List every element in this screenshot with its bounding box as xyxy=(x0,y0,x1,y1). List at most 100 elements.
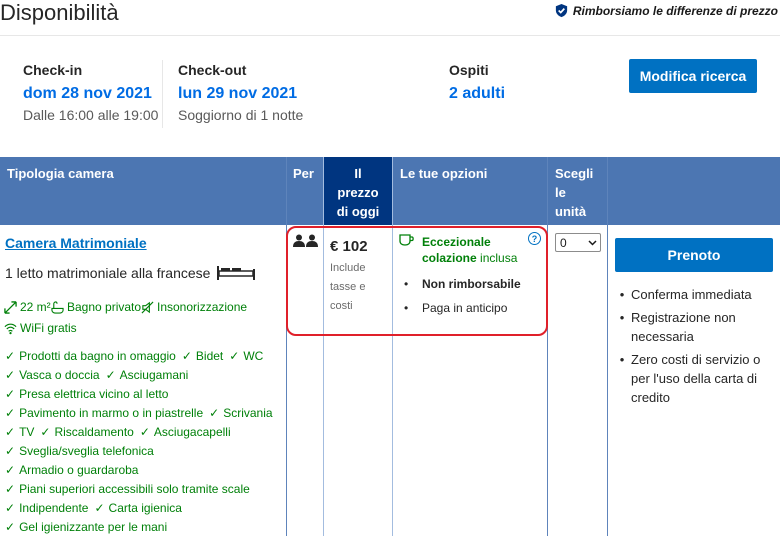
col-price: Il prezzo di oggi xyxy=(323,157,393,225)
price-promise[interactable]: Rimborsiamo le differenze di prezzo xyxy=(554,3,778,18)
benefit-text: Zero costi di servizio o per l'uso della… xyxy=(631,352,761,405)
room-size: 22 m² xyxy=(4,300,51,314)
benefit-item: • Conferma immediata xyxy=(613,285,778,304)
book-button[interactable]: Prenoto xyxy=(615,238,773,272)
amenity-item: Pavimento in marmo o in piastrelle xyxy=(19,406,204,420)
checkin-date[interactable]: dom 28 nov 2021 xyxy=(23,85,152,103)
amenity-item: Scrivania xyxy=(223,406,273,420)
guests-label: Ospiti xyxy=(449,62,489,78)
bed-text: 1 letto matrimoniale alla francese xyxy=(5,265,211,281)
checkout-date[interactable]: lun 29 nov 2021 xyxy=(178,85,297,103)
check-icon: ✓ xyxy=(5,463,16,477)
wifi: WiFi gratis xyxy=(4,321,77,335)
col-price-line2: prezzo xyxy=(337,185,379,200)
wifi-icon xyxy=(4,323,17,334)
modify-search-button[interactable]: Modifica ricerca xyxy=(629,59,757,93)
soundproof: Insonorizzazione xyxy=(141,300,247,314)
amenity-item: Piani superiori accessibili solo tramite… xyxy=(19,482,250,496)
check-icon: ✓ xyxy=(40,425,51,439)
amenity-row: ✓ Prodotti da bagno in omaggio ✓ Bidet ✓ WC xyxy=(5,349,263,363)
amenity-row: ✓ Piani superiori accessibili solo tramit… xyxy=(5,482,250,496)
amenity-item: Indipendente xyxy=(19,501,89,515)
check-icon: ✓ xyxy=(5,349,16,363)
soundproof-icon xyxy=(141,301,154,313)
check-icon: ✓ xyxy=(139,425,150,439)
col-select: Scegli le unità xyxy=(548,157,607,225)
col-price-line3: di oggi xyxy=(336,204,380,219)
private-bath: Bagno privato xyxy=(51,300,141,314)
check-icon: ✓ xyxy=(105,368,116,382)
chevron-down-icon xyxy=(588,239,597,246)
col-divider xyxy=(392,157,393,536)
search-separator xyxy=(162,60,163,128)
checkin-label: Check-in xyxy=(23,62,83,78)
check-icon: ✓ xyxy=(5,406,16,420)
amenity-item: Riscaldamento xyxy=(54,425,134,439)
amenity-item: Asciugamani xyxy=(119,368,189,382)
amenity-item: Carta igienica xyxy=(108,501,182,515)
stay-length: Soggiorno di 1 notte xyxy=(178,107,304,123)
room-name-link[interactable]: Camera Matrimoniale xyxy=(5,235,147,251)
benefit-item: • Zero costi di servizio o per l'uso dell… xyxy=(613,350,778,407)
amenity-row: ✓ Armadio o guardaroba xyxy=(5,463,138,477)
amenity-item: Presa elettrica vicino al letto xyxy=(19,387,169,401)
col-per: Per xyxy=(293,166,314,181)
benefit-list: • Conferma immediata • Registrazione non ne… xyxy=(613,285,778,411)
double-bed-icon xyxy=(217,266,256,280)
bullet-icon: • xyxy=(619,310,625,325)
highlight-box xyxy=(286,226,548,336)
units-selected-value: 0 xyxy=(560,235,567,250)
col-divider xyxy=(607,157,608,536)
check-icon: ✓ xyxy=(5,482,16,496)
amenity-row: ✓ Pavimento in marmo o in piastrelle ✓ Scri… xyxy=(5,406,273,420)
check-icon: ✓ xyxy=(5,425,16,439)
guests-value[interactable]: 2 adulti xyxy=(449,85,505,103)
checkin-time: Dalle 16:00 alle 19:00 xyxy=(23,107,159,123)
bed-info: 1 letto matrimoniale alla francese xyxy=(5,265,256,281)
room-size-icon xyxy=(4,300,17,314)
amenity-row: ✓ Gel igienizzante per le mani xyxy=(5,520,167,534)
units-select[interactable]: 0 xyxy=(555,233,601,252)
check-icon: ✓ xyxy=(5,501,16,515)
checkout-label: Check-out xyxy=(178,62,247,78)
amenity-row: ✓ Presa elettrica vicino al letto xyxy=(5,387,168,401)
check-icon: ✓ xyxy=(5,368,16,382)
benefit-text: Registrazione non necessaria xyxy=(631,310,736,344)
amenity-item: Sveglia/sveglia telefonica xyxy=(19,444,154,458)
amenity-row: ✓ Indipendente ✓ Carta igienica xyxy=(5,501,182,515)
amenity-item: Armadio o guardaroba xyxy=(19,463,139,477)
col-divider xyxy=(323,157,324,536)
header-divider xyxy=(0,35,780,36)
amenity-item: WC xyxy=(243,349,264,363)
private-bath-text: Bagno privato xyxy=(67,300,142,314)
amenity-row: ✓ TV ✓ Riscaldamento ✓ Asciugacapelli xyxy=(5,425,231,439)
room-size-text: 22 m² xyxy=(20,300,51,314)
shield-check-icon xyxy=(555,3,567,18)
bullet-icon: • xyxy=(619,287,625,302)
check-icon: ✓ xyxy=(94,501,105,515)
check-icon: ✓ xyxy=(5,387,16,401)
col-select-line1: Scegli xyxy=(555,166,594,181)
check-icon: ✓ xyxy=(209,406,220,420)
amenity-item: Bidet xyxy=(195,349,224,363)
col-select-line2: le xyxy=(555,185,566,200)
col-select-line3: unità xyxy=(555,204,587,219)
amenity-row: ✓ Vasca o doccia ✓ Asciugamani xyxy=(5,368,188,382)
check-icon: ✓ xyxy=(5,520,16,534)
col-divider xyxy=(286,157,287,536)
bullet-icon: • xyxy=(619,352,625,367)
amenity-item: TV xyxy=(19,425,35,439)
check-icon: ✓ xyxy=(229,349,240,363)
check-icon: ✓ xyxy=(181,349,192,363)
amenity-item: Vasca o doccia xyxy=(19,368,100,382)
col-divider xyxy=(547,157,548,536)
wifi-text: WiFi gratis xyxy=(20,321,77,335)
soundproof-text: Insonorizzazione xyxy=(157,300,248,314)
price-promise-text: Rimborsiamo le differenze di prezzo xyxy=(572,3,778,18)
amenity-row: ✓ Sveglia/sveglia telefonica xyxy=(5,444,154,458)
amenity-item: Asciugacapelli xyxy=(153,425,231,439)
benefit-text: Conferma immediata xyxy=(631,287,752,302)
amenity-item: Prodotti da bagno in omaggio xyxy=(19,349,176,363)
benefit-item: • Registrazione non necessaria xyxy=(613,308,778,346)
col-price-line1: Il xyxy=(354,166,362,181)
